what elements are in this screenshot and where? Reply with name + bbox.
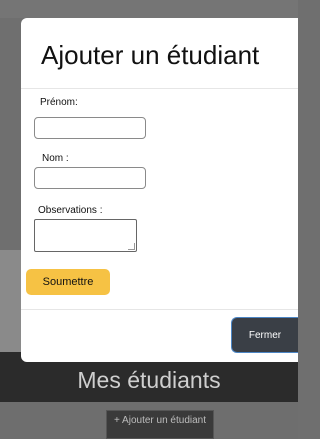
footer-divider xyxy=(21,309,298,310)
resize-handle-icon[interactable] xyxy=(128,243,135,250)
modal-header: Ajouter un étudiant xyxy=(21,18,298,88)
modal-title: Ajouter un étudiant xyxy=(41,40,260,70)
header-divider xyxy=(21,88,298,89)
submit-button[interactable]: Soumettre xyxy=(26,269,110,295)
firstname-input[interactable] xyxy=(34,117,146,139)
add-student-button[interactable]: + Ajouter un étudiant xyxy=(106,410,214,439)
backdrop-top xyxy=(0,0,298,18)
lastname-input[interactable] xyxy=(34,167,146,189)
page-title: Mes étudiants xyxy=(77,367,221,393)
firstname-label: Prénom: xyxy=(40,97,78,108)
lastname-label: Nom : xyxy=(42,153,69,164)
close-button[interactable]: Fermer xyxy=(231,317,298,353)
observations-label: Observations : xyxy=(38,205,103,216)
observations-textarea[interactable] xyxy=(34,219,137,252)
add-student-modal: Ajouter un étudiant Prénom: Nom : Observ… xyxy=(21,18,298,362)
